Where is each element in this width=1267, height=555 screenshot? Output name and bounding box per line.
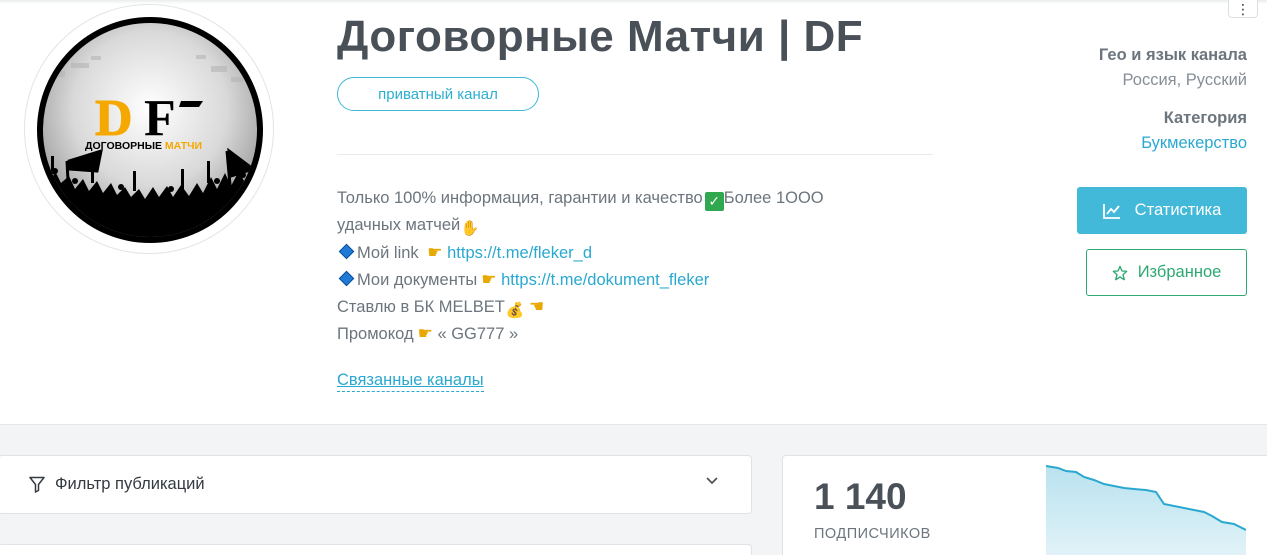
chart-line-icon <box>1102 203 1120 219</box>
funnel-icon <box>29 476 45 493</box>
link2-label: Мои документы <box>357 271 478 289</box>
kebab-menu-icon: ⋮ <box>1236 0 1250 17</box>
logo-d-letter: D <box>95 90 133 147</box>
chevron-down-icon[interactable] <box>705 473 719 487</box>
money-bag-icon: 💰 <box>505 302 525 319</box>
desc-line-1-tail: Более 1ООО <box>723 189 824 207</box>
related-channels-link[interactable]: Связанные каналы <box>337 370 484 392</box>
link-fleker-d[interactable]: https://t.me/fleker_d <box>447 244 592 262</box>
private-channel-badge: приватный канал <box>337 77 539 111</box>
channel-description: Только 100% информация, гарантии и качес… <box>337 185 897 347</box>
geo-label: Гео и язык канала <box>1098 46 1247 64</box>
link1-label: Мой link <box>357 244 419 262</box>
publication-filter[interactable]: Фильтр публикаций <box>0 455 752 514</box>
divider <box>337 154 933 155</box>
filter-label: Фильтр публикаций <box>55 475 205 493</box>
subscribers-label: ПОДПИСЧИКОВ <box>814 526 931 542</box>
pointing-hand-icon: ☛ <box>528 297 545 316</box>
subscribers-sparkline <box>1046 465 1246 555</box>
channel-avatar: D F ДОГОВОРНЫЕ МАТЧИ <box>24 4 274 254</box>
desc-line-5: Ставлю в БК MELBET <box>337 298 505 316</box>
subscribers-card: 1 140 ПОДПИСЧИКОВ <box>782 455 1267 555</box>
statistics-button[interactable]: Статистика <box>1077 187 1247 234</box>
star-icon <box>1112 265 1128 280</box>
favorite-label: Избранное <box>1137 263 1222 281</box>
subscribers-count: 1 140 <box>814 476 907 517</box>
posts-card <box>0 544 752 555</box>
favorite-button[interactable]: Избранное <box>1086 249 1247 296</box>
blue-diamond-icon <box>338 270 355 287</box>
top-shadow <box>0 0 1267 4</box>
geo-value: Россия, Русский <box>1122 71 1248 89</box>
promo-label: Промокод <box>337 325 414 343</box>
check-mark-icon: ✓ <box>704 192 724 211</box>
link-dokument-fleker[interactable]: https://t.me/dokument_fleker <box>501 271 709 289</box>
channel-title: Договорные Матчи | DF <box>337 12 864 61</box>
more-options-button[interactable]: ⋮ <box>1228 0 1258 18</box>
logo-subtitle: ДОГОВОРНЫЕ МАТЧИ <box>85 140 202 152</box>
category-link[interactable]: Букмекерство <box>1141 134 1247 153</box>
category-label: Категория <box>1163 109 1247 127</box>
pointing-hand-icon: ☛ <box>417 324 433 343</box>
logo-f-letter: F <box>144 90 176 147</box>
blue-diamond-icon <box>338 243 355 260</box>
pointing-hand-icon: ☛ <box>481 270 497 289</box>
promo-code: « GG777 » <box>437 325 519 343</box>
df-logo-image: D F ДОГОВОРНЫЕ МАТЧИ <box>37 17 263 243</box>
handshake-icon: ✋ <box>460 220 480 237</box>
pointing-hand-icon: ☛ <box>427 243 443 262</box>
desc-line-2: удачных матчей <box>337 216 461 234</box>
statistics-label: Статистика <box>1134 201 1222 219</box>
desc-line-1: Только 100% информация, гарантии и качес… <box>337 189 703 207</box>
